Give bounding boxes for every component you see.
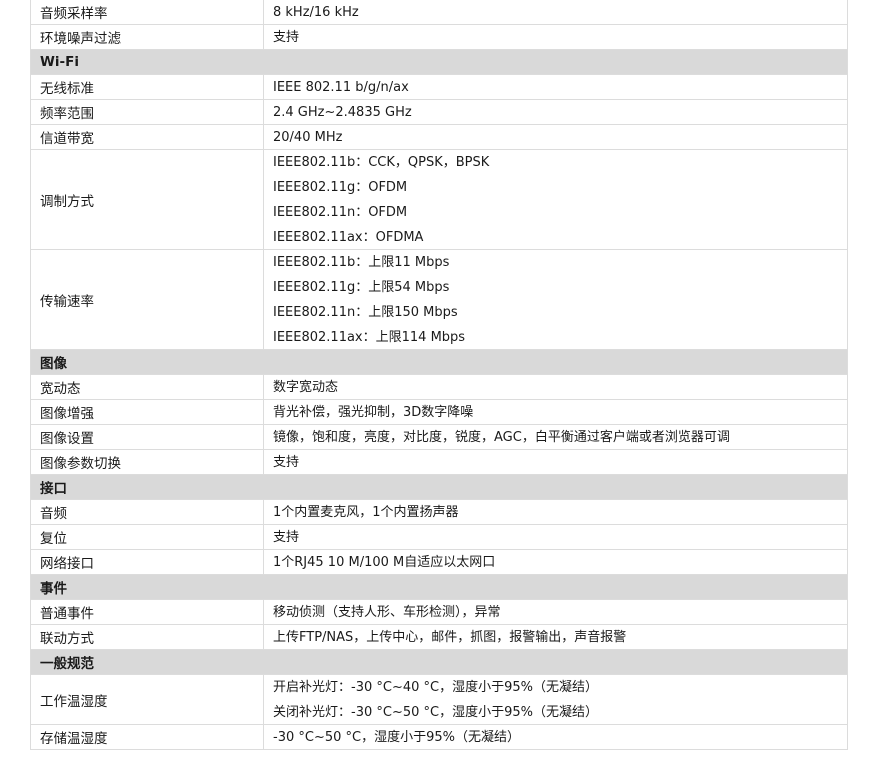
- spec-value-line: 上传FTP/NAS，上传中心，邮件，抓图，报警输出，声音报警: [273, 629, 627, 645]
- spec-value-line: IEEE802.11g：OFDM: [273, 179, 408, 195]
- spec-row: 传输速率 IEEE802.11b：上限11 Mbps IEEE802.11g：上限5…: [31, 250, 847, 350]
- spec-value: 支持: [264, 525, 847, 549]
- spec-value: IEEE802.11b：上限11 Mbps IEEE802.11g：上限54 Mb…: [264, 250, 847, 349]
- spec-value-line: IEEE802.11n：上限150 Mbps: [273, 304, 458, 320]
- spec-value-line: 2.4 GHz~2.4835 GHz: [273, 104, 412, 120]
- spec-row: 工作温湿度 开启补光灯：-30 °C~40 °C，湿度小于95%（无凝结） 关闭补光…: [31, 675, 847, 725]
- spec-label: 复位: [31, 525, 264, 549]
- section-header: Wi-Fi: [31, 50, 847, 75]
- spec-value: IEEE802.11b：CCK，QPSK，BPSK IEEE802.11g：OFD…: [264, 150, 847, 249]
- spec-label: 普通事件: [31, 600, 264, 624]
- spec-label: 音频: [31, 500, 264, 524]
- spec-label: 图像参数切换: [31, 450, 264, 474]
- spec-row: 音频 1个内置麦克风，1个内置扬声器: [31, 500, 847, 525]
- spec-value: -30 °C~50 °C，湿度小于95%（无凝结）: [264, 725, 847, 749]
- spec-value-line: 移动侦测（支持人形、车形检测），异常: [273, 604, 501, 620]
- spec-label: 信道带宽: [31, 125, 264, 149]
- spec-value-line: 背光补偿，强光抑制，3D数字降噪: [273, 404, 474, 420]
- section-header: 事件: [31, 575, 847, 600]
- spec-label: 工作温湿度: [31, 675, 264, 724]
- spec-label: 无线标准: [31, 75, 264, 99]
- section-header: 接口: [31, 475, 847, 500]
- spec-value: 支持: [264, 25, 847, 49]
- spec-value: IEEE 802.11 b/g/n/ax: [264, 75, 847, 99]
- spec-value: 1个RJ45 10 M/100 M自适应以太网口: [264, 550, 847, 574]
- spec-value: 支持: [264, 450, 847, 474]
- spec-row: 环境噪声过滤 支持: [31, 25, 847, 50]
- spec-value-line: 8 kHz/16 kHz: [273, 4, 359, 20]
- spec-value-line: 支持: [273, 454, 300, 470]
- spec-value-line: IEEE802.11g：上限54 Mbps: [273, 279, 450, 295]
- spec-value: 开启补光灯：-30 °C~40 °C，湿度小于95%（无凝结） 关闭补光灯：-30…: [264, 675, 847, 724]
- spec-value-line: 开启补光灯：-30 °C~40 °C，湿度小于95%（无凝结）: [273, 679, 598, 695]
- spec-label: 图像增强: [31, 400, 264, 424]
- spec-value: 1个内置麦克风，1个内置扬声器: [264, 500, 847, 524]
- spec-value-line: IEEE802.11b：CCK，QPSK，BPSK: [273, 154, 490, 170]
- spec-value: 8 kHz/16 kHz: [264, 0, 847, 24]
- spec-label: 联动方式: [31, 625, 264, 649]
- spec-row: 频率范围 2.4 GHz~2.4835 GHz: [31, 100, 847, 125]
- spec-value-line: 关闭补光灯：-30 °C~50 °C，湿度小于95%（无凝结）: [273, 704, 598, 720]
- spec-value-line: 镜像，饱和度，亮度，对比度，锐度，AGC，白平衡通过客户端或者浏览器可调: [273, 429, 730, 445]
- spec-row: 复位 支持: [31, 525, 847, 550]
- spec-value-line: 支持: [273, 529, 300, 545]
- spec-value: 背光补偿，强光抑制，3D数字降噪: [264, 400, 847, 424]
- section-header: 一般规范: [31, 650, 847, 675]
- spec-value-line: 1个内置麦克风，1个内置扬声器: [273, 504, 459, 520]
- spec-value: 上传FTP/NAS，上传中心，邮件，抓图，报警输出，声音报警: [264, 625, 847, 649]
- spec-value-line: 20/40 MHz: [273, 129, 343, 145]
- spec-value: 镜像，饱和度，亮度，对比度，锐度，AGC，白平衡通过客户端或者浏览器可调: [264, 425, 847, 449]
- spec-value-line: IEEE802.11n：OFDM: [273, 204, 408, 220]
- spec-row: 音频采样率 8 kHz/16 kHz: [31, 0, 847, 25]
- spec-row: 图像设置 镜像，饱和度，亮度，对比度，锐度，AGC，白平衡通过客户端或者浏览器可调: [31, 425, 847, 450]
- spec-label: 网络接口: [31, 550, 264, 574]
- spec-label: 存储温湿度: [31, 725, 264, 749]
- spec-row: 图像参数切换 支持: [31, 450, 847, 475]
- spec-row: 调制方式 IEEE802.11b：CCK，QPSK，BPSK IEEE802.11g…: [31, 150, 847, 250]
- spec-value: 移动侦测（支持人形、车形检测），异常: [264, 600, 847, 624]
- spec-value-line: 支持: [273, 29, 300, 45]
- spec-value-line: IEEE 802.11 b/g/n/ax: [273, 79, 409, 95]
- spec-value-line: IEEE802.11b：上限11 Mbps: [273, 254, 450, 270]
- spec-value-line: IEEE802.11ax：上限114 Mbps: [273, 329, 466, 345]
- spec-value-line: IEEE802.11ax：OFDMA: [273, 229, 424, 245]
- spec-row: 图像增强 背光补偿，强光抑制，3D数字降噪: [31, 400, 847, 425]
- spec-label: 频率范围: [31, 100, 264, 124]
- spec-row: 联动方式 上传FTP/NAS，上传中心，邮件，抓图，报警输出，声音报警: [31, 625, 847, 650]
- spec-label: 图像设置: [31, 425, 264, 449]
- spec-value: 2.4 GHz~2.4835 GHz: [264, 100, 847, 124]
- spec-value-line: 1个RJ45 10 M/100 M自适应以太网口: [273, 554, 496, 570]
- spec-value-line: 数字宽动态: [273, 379, 339, 395]
- spec-row: 存储温湿度 -30 °C~50 °C，湿度小于95%（无凝结）: [31, 725, 847, 750]
- spec-label: 调制方式: [31, 150, 264, 249]
- section-header: 图像: [31, 350, 847, 375]
- spec-label: 宽动态: [31, 375, 264, 399]
- spec-row: 网络接口 1个RJ45 10 M/100 M自适应以太网口: [31, 550, 847, 575]
- spec-row: 宽动态 数字宽动态: [31, 375, 847, 400]
- spec-table: 音频采样率 8 kHz/16 kHz 环境噪声过滤 支持 Wi-Fi 无线标准 IEEE 8…: [30, 0, 848, 750]
- spec-label: 传输速率: [31, 250, 264, 349]
- spec-value: 20/40 MHz: [264, 125, 847, 149]
- spec-label: 环境噪声过滤: [31, 25, 264, 49]
- spec-row: 无线标准 IEEE 802.11 b/g/n/ax: [31, 75, 847, 100]
- spec-label: 音频采样率: [31, 0, 264, 24]
- spec-row: 信道带宽 20/40 MHz: [31, 125, 847, 150]
- spec-value: 数字宽动态: [264, 375, 847, 399]
- spec-row: 普通事件 移动侦测（支持人形、车形检测），异常: [31, 600, 847, 625]
- spec-value-line: -30 °C~50 °C，湿度小于95%（无凝结）: [273, 729, 520, 745]
